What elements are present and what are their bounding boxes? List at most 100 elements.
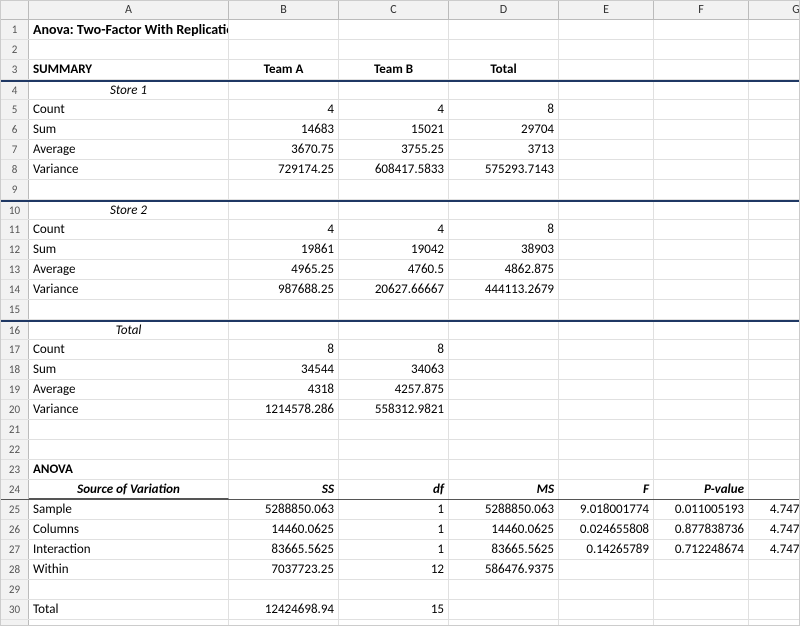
cell-7-B[interactable]: 3670.75 (229, 140, 339, 159)
cell-2-B[interactable] (229, 40, 339, 59)
cell-6-G[interactable] (749, 120, 800, 139)
cell-19-G[interactable] (749, 380, 800, 399)
cell-19-A[interactable]: Average (29, 380, 229, 399)
cell-5-G[interactable] (749, 100, 800, 119)
cell-22-A[interactable] (29, 440, 229, 459)
cell-27-D[interactable]: 83665.5625 (449, 540, 559, 559)
cell-20-B[interactable]: 1214578.286 (229, 400, 339, 419)
cell-13-D[interactable]: 4862.875 (449, 260, 559, 279)
cell-15-B[interactable] (229, 300, 339, 319)
cell-9-F[interactable] (654, 180, 749, 199)
cell-7-E[interactable] (559, 140, 654, 159)
cell-25-D[interactable]: 5288850.063 (449, 500, 559, 519)
cell-18-E[interactable] (559, 360, 654, 379)
cell-1-D[interactable] (449, 20, 559, 39)
cell-25-E[interactable]: 9.018001774 (559, 500, 654, 519)
cell-2-F[interactable] (654, 40, 749, 59)
cell-7-C[interactable]: 3755.25 (339, 140, 449, 159)
cell-19-C[interactable]: 4257.875 (339, 380, 449, 399)
cell-21-G[interactable] (749, 420, 800, 439)
cell-9-D[interactable] (449, 180, 559, 199)
cell-5-C[interactable]: 4 (339, 100, 449, 119)
cell-24-G[interactable]: F crit (749, 480, 800, 499)
cell-30-E[interactable] (559, 600, 654, 619)
cell-5-E[interactable] (559, 100, 654, 119)
cell-27-F[interactable]: 0.712248674 (654, 540, 749, 559)
cell-9-C[interactable] (339, 180, 449, 199)
cell-4-C[interactable] (339, 82, 449, 99)
cell-9-B[interactable] (229, 180, 339, 199)
cell-8-F[interactable] (654, 160, 749, 179)
cell-4-D[interactable] (449, 82, 559, 99)
cell-17-B[interactable]: 8 (229, 340, 339, 359)
cell-17-G[interactable] (749, 340, 800, 359)
cell-27-A[interactable]: Interaction (29, 540, 229, 559)
cell-31-E[interactable] (559, 620, 654, 626)
cell-25-G[interactable]: 4.747225347 (749, 500, 800, 519)
cell-30-C[interactable]: 15 (339, 600, 449, 619)
cell-3-D[interactable]: Total (449, 60, 559, 79)
cell-1-B[interactable] (229, 20, 339, 39)
cell-15-F[interactable] (654, 300, 749, 319)
cell-3-G[interactable] (749, 60, 800, 79)
cell-3-E[interactable] (559, 60, 654, 79)
cell-28-F[interactable] (654, 560, 749, 579)
cell-4-E[interactable] (559, 82, 654, 99)
cell-16-B[interactable] (229, 322, 339, 339)
cell-17-F[interactable] (654, 340, 749, 359)
cell-14-G[interactable] (749, 280, 800, 299)
cell-9-G[interactable] (749, 180, 800, 199)
cell-21-B[interactable] (229, 420, 339, 439)
cell-10-E[interactable] (559, 202, 654, 219)
cell-25-C[interactable]: 1 (339, 500, 449, 519)
cell-16-E[interactable] (559, 322, 654, 339)
cell-23-C[interactable] (339, 460, 449, 479)
cell-8-A[interactable]: Variance (29, 160, 229, 179)
cell-14-B[interactable]: 987688.25 (229, 280, 339, 299)
cell-8-G[interactable] (749, 160, 800, 179)
cell-6-A[interactable]: Sum (29, 120, 229, 139)
cell-24-E[interactable]: F (559, 480, 654, 499)
cell-30-B[interactable]: 12424698.94 (229, 600, 339, 619)
cell-1-E[interactable] (559, 20, 654, 39)
cell-23-A[interactable]: ANOVA (29, 460, 229, 479)
cell-23-E[interactable] (559, 460, 654, 479)
cell-13-A[interactable]: Average (29, 260, 229, 279)
cell-12-G[interactable] (749, 240, 800, 259)
cell-25-A[interactable]: Sample (29, 500, 229, 519)
cell-26-B[interactable]: 14460.0625 (229, 520, 339, 539)
cell-31-D[interactable] (449, 620, 559, 626)
cell-10-A[interactable]: Store 2 (29, 202, 229, 219)
cell-2-A[interactable] (29, 40, 229, 59)
cell-23-F[interactable] (654, 460, 749, 479)
cell-4-A[interactable]: Store 1 (29, 82, 229, 99)
cell-23-D[interactable] (449, 460, 559, 479)
cell-14-E[interactable] (559, 280, 654, 299)
cell-6-F[interactable] (654, 120, 749, 139)
cell-22-B[interactable] (229, 440, 339, 459)
cell-3-F[interactable] (654, 60, 749, 79)
cell-18-B[interactable]: 34544 (229, 360, 339, 379)
cell-13-C[interactable]: 4760.5 (339, 260, 449, 279)
cell-29-B[interactable] (229, 580, 339, 599)
cell-16-C[interactable] (339, 322, 449, 339)
cell-6-D[interactable]: 29704 (449, 120, 559, 139)
cell-2-C[interactable] (339, 40, 449, 59)
cell-19-B[interactable]: 4318 (229, 380, 339, 399)
cell-10-C[interactable] (339, 202, 449, 219)
cell-19-E[interactable] (559, 380, 654, 399)
cell-12-D[interactable]: 38903 (449, 240, 559, 259)
cell-11-E[interactable] (559, 220, 654, 239)
cell-27-E[interactable]: 0.14265789 (559, 540, 654, 559)
cell-2-E[interactable] (559, 40, 654, 59)
cell-16-D[interactable] (449, 322, 559, 339)
cell-12-B[interactable]: 19861 (229, 240, 339, 259)
cell-14-D[interactable]: 444113.2679 (449, 280, 559, 299)
cell-28-C[interactable]: 12 (339, 560, 449, 579)
cell-26-G[interactable]: 4.747225347 (749, 520, 800, 539)
cell-23-G[interactable] (749, 460, 800, 479)
cell-15-D[interactable] (449, 300, 559, 319)
cell-2-D[interactable] (449, 40, 559, 59)
cell-24-F[interactable]: P-value (654, 480, 749, 499)
cell-28-D[interactable]: 586476.9375 (449, 560, 559, 579)
